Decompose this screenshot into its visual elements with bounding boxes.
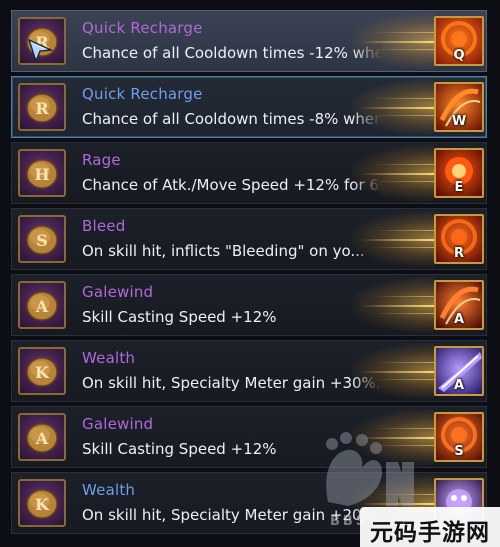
rune-name: Wealth — [82, 481, 136, 499]
skill-hotkey: A — [453, 378, 465, 393]
skill-hotkey: R — [453, 246, 464, 261]
rune-name: Quick Recharge — [82, 85, 203, 103]
rune-row[interactable]: R Quick Recharge Chance of all Cooldown … — [11, 10, 487, 72]
skill-hotkey: E — [454, 180, 464, 195]
rune-row[interactable]: A Galewind Skill Casting Speed +12% A — [11, 274, 487, 336]
site-badge-text: 元码手游网 — [370, 520, 490, 546]
rune-name: Galewind — [82, 415, 154, 433]
rune-name: Rage — [82, 151, 121, 169]
rune-name: Wealth — [82, 349, 136, 367]
skill-hotkey: A — [453, 312, 465, 327]
link-glow — [352, 13, 434, 69]
svg-text:K: K — [35, 363, 50, 382]
rune-name: Galewind — [82, 283, 154, 301]
svg-text:R: R — [35, 99, 49, 118]
fire-orb-skill-icon[interactable]: S — [434, 412, 484, 462]
rune-description: Skill Casting Speed +12% — [82, 308, 382, 326]
fire-vortex-skill-icon[interactable]: Q — [434, 16, 484, 66]
rune-description: Chance of Atk./Move Speed +12% for 6s — [82, 176, 382, 194]
link-glow — [352, 277, 434, 333]
arcane-beam-skill-icon[interactable]: A — [434, 346, 484, 396]
skill-hotkey: Q — [453, 48, 465, 63]
mouse-cursor-icon — [27, 38, 54, 66]
rune-row[interactable]: H Rage Chance of Atk./Move Speed +12% fo… — [11, 142, 487, 204]
rune-description: Chance of all Cooldown times -12% whe — [82, 44, 382, 62]
rune-row[interactable]: R Quick Recharge Chance of all Cooldown … — [11, 76, 487, 138]
rune-row[interactable]: S Bleed On skill hit, inflicts "Bleeding… — [11, 208, 487, 270]
rune-row[interactable]: K Wealth On skill hit, Specialty Meter g… — [11, 340, 487, 402]
rune-icon: R — [18, 83, 66, 131]
svg-text:K: K — [35, 495, 50, 514]
link-glow — [352, 343, 434, 399]
svg-text:H: H — [34, 165, 49, 184]
flame-spiral-skill-icon[interactable]: R — [434, 214, 484, 264]
link-glow — [352, 79, 434, 135]
site-badge: 元码手游网 — [360, 507, 500, 547]
svg-text:A: A — [35, 297, 49, 316]
rune-description: On skill hit, Specialty Meter gain +30%. — [82, 374, 382, 392]
rune-description: Chance of all Cooldown times -8% when — [82, 110, 382, 128]
link-glow — [352, 211, 434, 267]
rune-icon: H — [18, 149, 66, 197]
rune-icon: K — [18, 347, 66, 395]
rune-icon: A — [18, 281, 66, 329]
rune-name: Bleed — [82, 217, 126, 235]
skill-hotkey: S — [454, 444, 464, 459]
skill-hotkey: W — [451, 114, 467, 129]
fire-burst-skill-icon[interactable]: E — [434, 148, 484, 198]
rune-icon: K — [18, 479, 66, 527]
rune-name: Quick Recharge — [82, 19, 203, 37]
rune-description: On skill hit, inflicts "Bleeding" on yo.… — [82, 242, 382, 260]
fire-slash-skill-icon[interactable]: W — [434, 82, 484, 132]
rune-icon: S — [18, 215, 66, 263]
flame-claw-skill-icon[interactable]: A — [434, 280, 484, 330]
link-glow — [352, 145, 434, 201]
watermark-logo — [318, 432, 428, 514]
svg-text:S: S — [36, 231, 48, 250]
svg-text:A: A — [35, 429, 49, 448]
rune-icon: A — [18, 413, 66, 461]
